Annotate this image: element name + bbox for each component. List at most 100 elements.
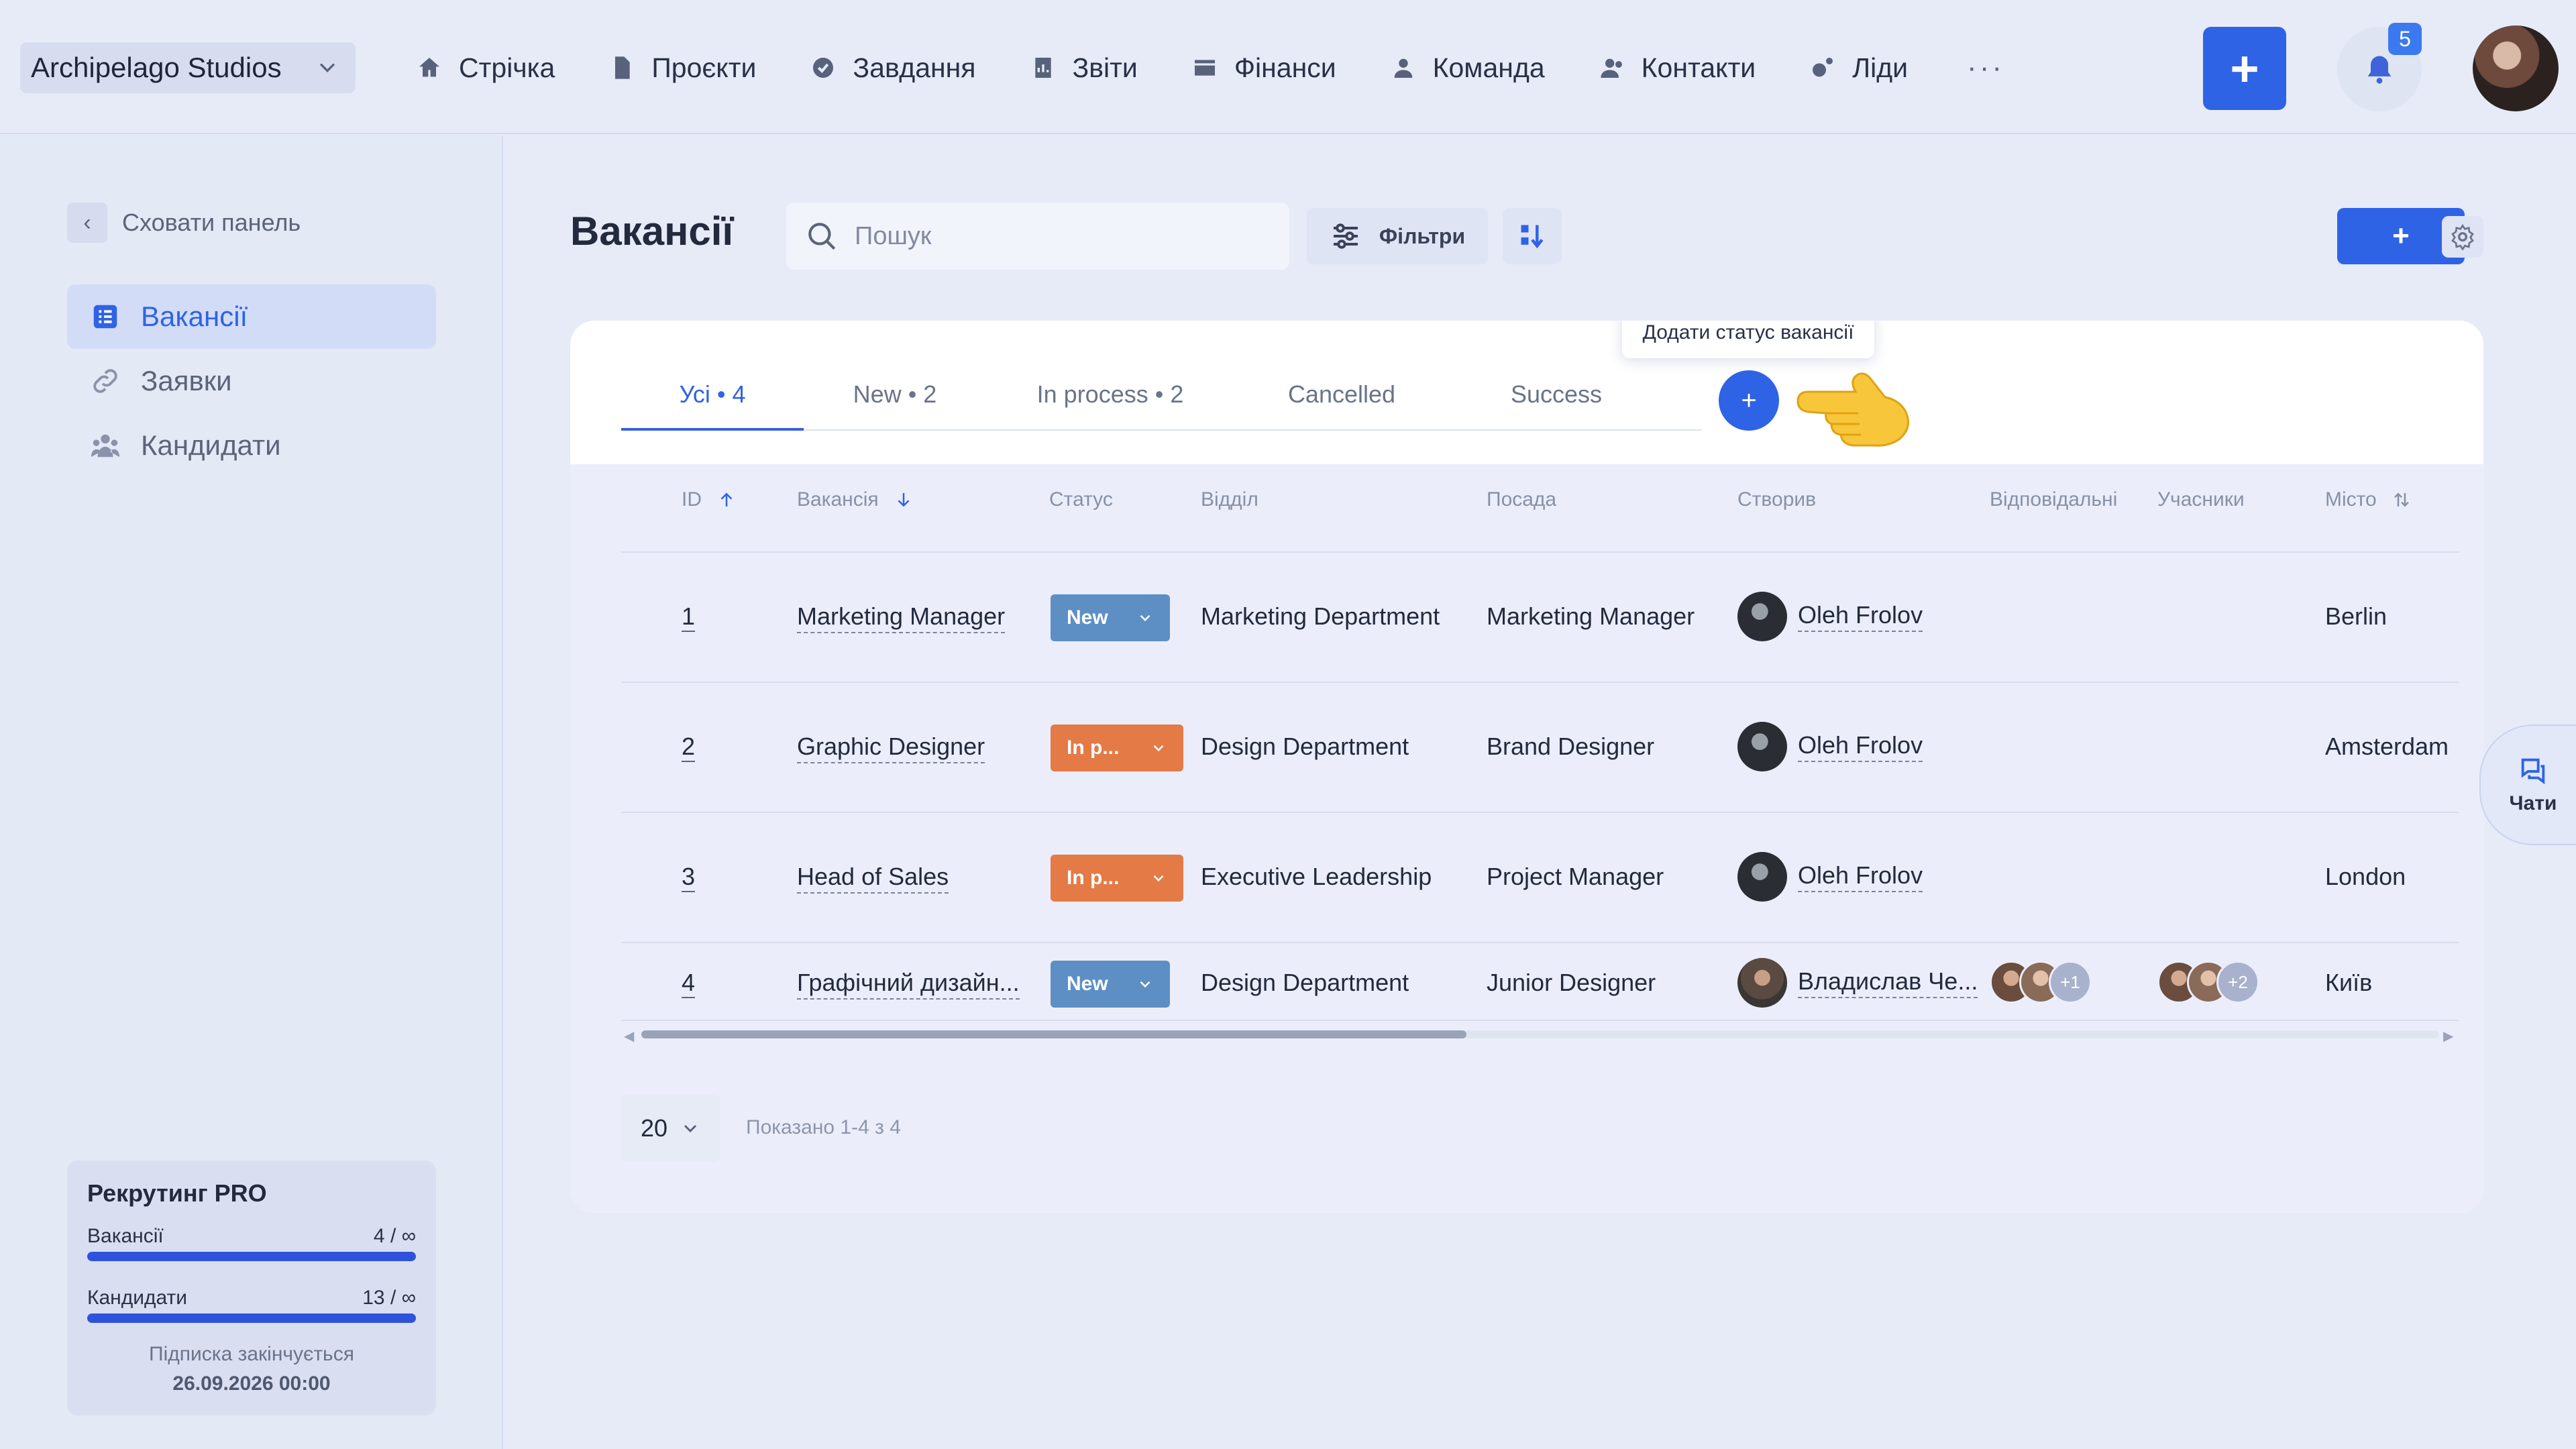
search-icon xyxy=(808,223,836,250)
scroll-left-icon[interactable]: ◀ xyxy=(624,1028,634,1044)
department-cell: Design Department xyxy=(1201,733,1409,760)
more-icon[interactable]: ··· xyxy=(1967,51,2004,85)
sort-button[interactable] xyxy=(1503,208,1562,264)
search-input[interactable]: Пошук xyxy=(786,203,1289,270)
page-size-value: 20 xyxy=(640,1114,668,1142)
status-dropdown[interactable]: In p... xyxy=(1051,724,1183,771)
department-cell: Design Department xyxy=(1201,969,1409,996)
pagination-summary: Показано 1-4 з 4 xyxy=(746,1116,901,1138)
row-id[interactable]: 3 xyxy=(682,863,696,892)
city-cell: Berlin xyxy=(2325,602,2387,630)
nav-label: Стрічка xyxy=(459,52,555,83)
table-body-background xyxy=(570,464,2483,1213)
sidebar-item-applications[interactable]: Заявки xyxy=(67,349,436,413)
chevron-down-icon xyxy=(320,63,335,72)
vacancy-link[interactable]: Graphic Designer xyxy=(797,733,985,763)
chats-button[interactable]: Чати xyxy=(2479,724,2576,845)
column-header-status[interactable]: Статус xyxy=(1049,488,1113,511)
status-dropdown[interactable]: In p... xyxy=(1051,855,1183,902)
column-header-id[interactable]: ID xyxy=(682,488,737,511)
avatar xyxy=(1737,958,1787,1008)
add-status-button[interactable]: + xyxy=(1719,370,1779,431)
status-dropdown[interactable]: New xyxy=(1051,961,1170,1008)
nav-item-tasks[interactable]: Завдання xyxy=(810,52,976,84)
nav-label: Проєкти xyxy=(651,52,757,83)
column-header-city[interactable]: Місто xyxy=(2325,488,2412,511)
nav-item-team[interactable]: Команда xyxy=(1390,52,1545,84)
add-status-tooltip: Додати статус вакансії xyxy=(1622,321,1874,358)
city-cell: Київ xyxy=(2325,969,2373,996)
row-id[interactable]: 4 xyxy=(682,969,696,998)
creator-cell[interactable]: Oleh Frolov xyxy=(1737,722,1923,771)
subscription-panel: Рекрутинг PRO Вакансії 4 / ∞ Кандидати 1… xyxy=(67,1161,436,1415)
position-cell: Brand Designer xyxy=(1487,733,1655,760)
participants-avatars[interactable]: +2 xyxy=(2157,961,2259,1004)
contacts-icon xyxy=(1601,58,1622,78)
arrow-up-icon xyxy=(720,492,733,506)
column-header-department[interactable]: Відділ xyxy=(1201,488,1258,511)
page-size-select[interactable]: 20 xyxy=(621,1095,720,1162)
report-icon xyxy=(1034,58,1051,78)
vacancy-link[interactable]: Графічний дизайн... xyxy=(797,969,1020,1000)
column-header-vacancy[interactable]: Вакансія xyxy=(797,488,914,511)
creator-cell[interactable]: Oleh Frolov xyxy=(1737,852,1923,902)
creator-name: Oleh Frolov xyxy=(1798,861,1923,892)
vacancy-link[interactable]: Marketing Manager xyxy=(797,602,1006,633)
row-id[interactable]: 1 xyxy=(682,602,696,632)
chevron-down-icon xyxy=(1153,875,1164,882)
creator-name: Oleh Frolov xyxy=(1798,731,1923,762)
row-divider xyxy=(621,682,2459,683)
tab-cancelled[interactable]: Cancelled xyxy=(1234,360,1449,429)
user-avatar[interactable] xyxy=(2473,25,2559,111)
hide-panel-button[interactable]: ‹ Сховати панель xyxy=(67,203,301,243)
tab-new[interactable]: New • 2 xyxy=(804,360,986,429)
responsible-avatars[interactable]: +1 xyxy=(1990,961,2092,1004)
vacancy-link[interactable]: Head of Sales xyxy=(797,863,949,894)
home-icon xyxy=(419,58,439,77)
horizontal-scrollbar[interactable]: ◀ ▶ xyxy=(621,1025,2459,1044)
scrollbar-thumb[interactable] xyxy=(641,1030,1466,1038)
tab-all[interactable]: Усі • 4 xyxy=(621,360,804,429)
sidebar-item-vacancies[interactable]: Вакансії xyxy=(67,284,436,349)
active-tab-indicator xyxy=(621,428,804,431)
nav-label: Команда xyxy=(1432,52,1545,83)
nav-item-leads[interactable]: Ліди xyxy=(1809,52,1908,84)
plan-title: Рекрутинг PRO xyxy=(87,1179,267,1207)
chevron-down-icon xyxy=(1140,981,1150,988)
creator-cell[interactable]: Oleh Frolov xyxy=(1737,592,1923,641)
avatar xyxy=(1737,592,1787,641)
tab-in-process[interactable]: In process • 2 xyxy=(986,360,1234,429)
column-header-responsible[interactable]: Відповідальні xyxy=(1990,488,2117,511)
arrow-down-icon xyxy=(898,493,910,507)
nav-item-reports[interactable]: Звіти xyxy=(1030,52,1138,84)
notification-count-badge: 5 xyxy=(2388,23,2422,55)
status-dropdown[interactable]: New xyxy=(1051,594,1170,641)
sidebar-item-candidates[interactable]: Кандидати xyxy=(67,413,436,478)
nav-item-feed[interactable]: Стрічка xyxy=(416,52,555,84)
scroll-right-icon[interactable]: ▶ xyxy=(2443,1028,2453,1044)
column-header-creator[interactable]: Створив xyxy=(1737,488,1816,511)
nav-item-finance[interactable]: Фінанси xyxy=(1191,52,1336,84)
list-icon xyxy=(93,305,117,329)
nav-item-projects[interactable]: Проєкти xyxy=(608,52,756,84)
nav-item-contacts[interactable]: Контакти xyxy=(1599,52,1756,84)
filters-button[interactable]: Фільтри xyxy=(1307,208,1488,264)
row-id-value: 3 xyxy=(682,863,696,892)
settings-button[interactable] xyxy=(2442,216,2483,258)
chevron-left-icon: ‹ xyxy=(67,203,107,243)
column-header-position[interactable]: Посада xyxy=(1487,488,1556,511)
creator-cell[interactable]: Владислав Че... xyxy=(1737,958,1978,1008)
wallet-icon xyxy=(1194,60,1215,76)
sidebar-item-label: Заявки xyxy=(141,365,232,396)
city-cell: London xyxy=(2325,863,2406,890)
row-id[interactable]: 2 xyxy=(682,733,696,762)
nav-label: Фінанси xyxy=(1234,52,1336,83)
vacancy-name: Графічний дизайн... xyxy=(797,969,1020,1000)
filters-label: Фільтри xyxy=(1379,223,1466,248)
more-count-badge: +1 xyxy=(2049,961,2092,1004)
column-header-participants[interactable]: Учасники xyxy=(2157,488,2245,511)
workspace-selector[interactable]: Archipelago Studios xyxy=(20,42,356,93)
global-add-button[interactable]: + xyxy=(2203,27,2286,110)
tab-success[interactable]: Success xyxy=(1449,360,1664,429)
vacancy-name: Graphic Designer xyxy=(797,733,985,763)
